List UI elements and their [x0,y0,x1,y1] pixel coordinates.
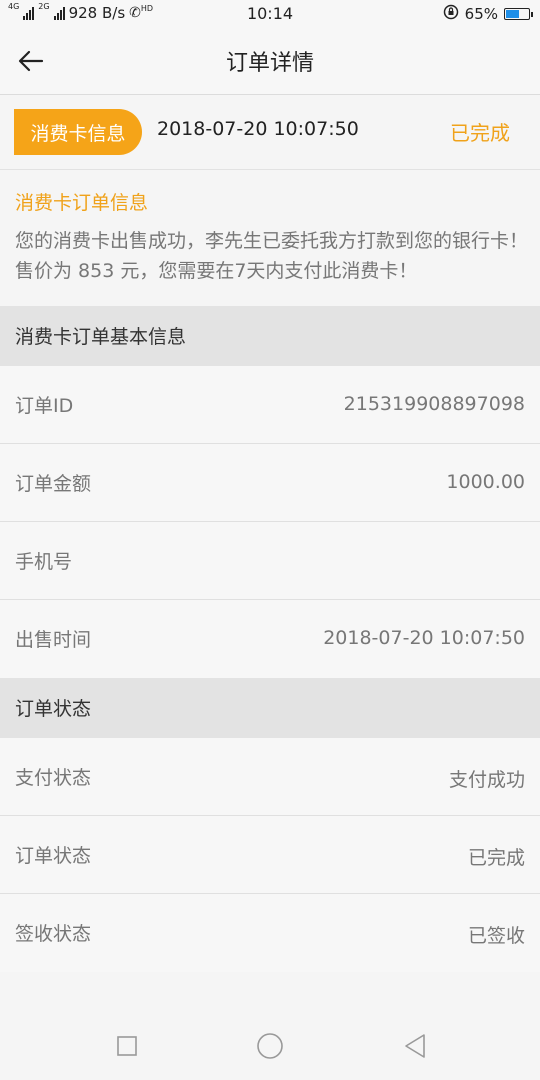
section-order-status: 订单状态 [0,678,540,738]
page-title: 订单详情 [225,51,314,76]
row-label: 出售时间 [15,629,92,651]
order-status-badge: 已完成 [450,121,510,145]
row-pay-status: 支付状态 支付成功 [0,738,540,816]
row-phone: 手机号 [0,522,540,600]
home-button[interactable] [250,1026,290,1066]
rotation-lock-icon [443,4,459,24]
row-value: 支付成功 [448,769,525,791]
section-order-status-title: 订单状态 [15,698,92,720]
battery-icon [504,8,533,20]
row-label: 订单金额 [15,473,92,495]
row-label: 订单ID [15,395,74,417]
status-bar: 4G 2G 928 B/s ✆HD 10:14 65% [0,0,540,28]
row-value: 已签收 [467,925,525,947]
section-basic-info: 消费卡订单基本信息 [0,306,540,366]
battery-level [506,10,519,18]
row-label: 订单状态 [15,845,92,867]
row-value: 215319908897098 [343,393,525,415]
app-header: 订单详情 [0,28,540,95]
system-nav-bar [0,1004,540,1080]
card-info-tag: 消费卡信息 [14,109,142,155]
triangle-back-icon [405,1034,425,1058]
recent-apps-button[interactable] [107,1026,147,1066]
row-value: 已完成 [467,847,525,869]
row-order-status: 订单状态 已完成 [0,816,540,894]
row-sale-time: 出售时间 2018-07-20 10:07:50 [0,600,540,678]
row-label: 手机号 [15,551,73,573]
circle-icon [257,1033,283,1059]
nav-back-button[interactable] [395,1026,435,1066]
section-basic-info-title: 消费卡订单基本信息 [15,326,187,348]
row-label: 签收状态 [15,923,92,945]
row-label: 支付状态 [15,767,92,789]
status-right: 65% [443,4,533,24]
battery-percent: 65% [464,5,498,23]
order-info-bar: 消费卡信息 2018-07-20 10:07:50 已完成 [0,96,540,170]
row-value: 2018-07-20 10:07:50 [323,627,525,649]
row-value: 1000.00 [446,471,525,493]
notice-title: 消费卡订单信息 [15,192,149,214]
row-order-amount: 订单金额 1000.00 [0,444,540,522]
notice-text: 您的消费卡出售成功，李先生已委托我方打款到您的银行卡！售价为 853 元，您需要… [15,230,529,282]
square-icon [117,1036,137,1056]
order-notice: 消费卡订单信息 您的消费卡出售成功，李先生已委托我方打款到您的银行卡！售价为 8… [0,170,540,306]
row-order-id: 订单ID 215319908897098 [0,366,540,444]
row-receipt-status: 签收状态 已签收 [0,894,540,972]
order-time: 2018-07-20 10:07:50 [157,118,359,140]
